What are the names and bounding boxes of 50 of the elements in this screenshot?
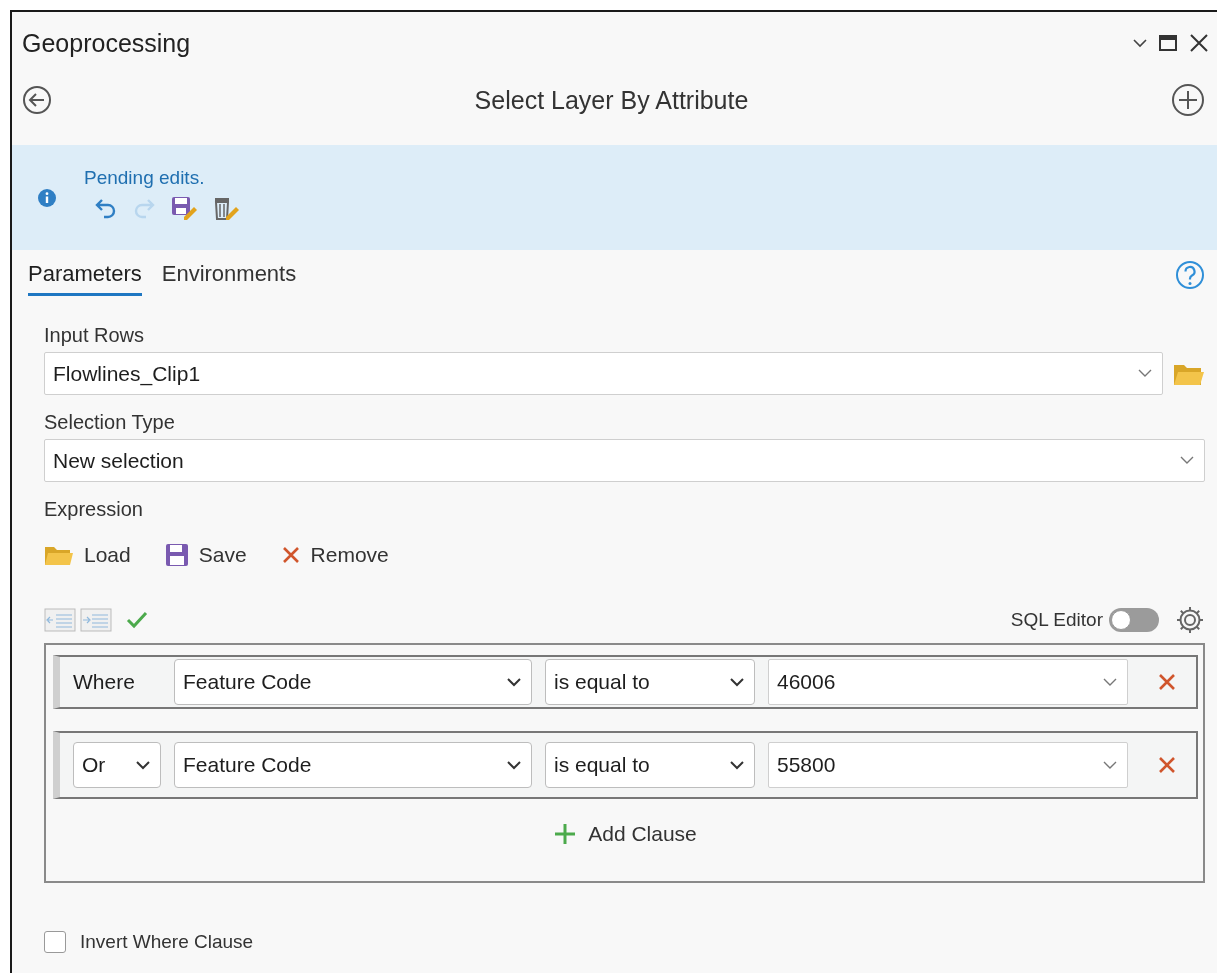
expression-save-button[interactable]: Save (164, 543, 247, 567)
parameter-dropdown[interactable]: New selection (44, 439, 1205, 482)
value-dropdown[interactable]: 46006 (768, 659, 1128, 705)
help-icon[interactable] (1175, 260, 1205, 290)
invert-where-clause-label: Invert Where Clause (80, 931, 254, 953)
operator-dropdown[interactable]: is equal to (545, 659, 755, 705)
invert-where-clause-checkbox[interactable] (44, 931, 66, 953)
pane-title: Geoprocessing (22, 28, 191, 58)
sql-editor-label: SQL Editor (1010, 609, 1103, 631)
undo-icon[interactable] (94, 196, 118, 219)
chevron-down-icon (507, 677, 521, 687)
chevron-down-icon (1138, 369, 1152, 378)
tab[interactable]: Parameters (28, 254, 142, 296)
parameter-dropdown[interactable]: Flowlines_Clip1 (44, 352, 1163, 395)
expression-label: Expression (44, 498, 144, 521)
chevron-down-icon (730, 677, 744, 687)
expression-load-button[interactable]: Load (44, 543, 131, 567)
operator-dropdown[interactable]: is equal to (545, 742, 755, 788)
info-icon (38, 188, 56, 207)
field-dropdown[interactable]: Feature Code (174, 742, 532, 788)
where-label: Where (73, 670, 135, 693)
expression-remove-button[interactable]: Remove (280, 543, 389, 567)
parameter-label: Selection Type (44, 411, 176, 434)
save-edits-icon[interactable] (170, 194, 198, 221)
add-clause-button[interactable]: Add Clause (548, 821, 703, 847)
folder-icon (44, 544, 74, 566)
parameter-label: Input Rows (44, 324, 146, 347)
chevron-down-icon (136, 760, 150, 770)
delete-clause-icon[interactable] (1157, 672, 1177, 692)
delete-clause-icon[interactable] (1157, 755, 1177, 775)
sql-editor-toggle[interactable] (1109, 608, 1159, 632)
remove-x-icon (280, 545, 301, 565)
tab[interactable]: Environments (161, 254, 297, 296)
chevron-down-icon (730, 760, 744, 770)
chevron-down-icon[interactable] (1133, 38, 1147, 48)
plus-icon (554, 823, 577, 845)
maximize-icon[interactable] (1159, 35, 1177, 51)
chevron-down-icon (507, 760, 521, 770)
chevron-down-icon (1103, 760, 1117, 770)
close-icon[interactable] (1189, 33, 1209, 53)
gear-icon[interactable] (1175, 605, 1205, 635)
value-dropdown[interactable]: 55800 (768, 742, 1128, 788)
tool-title: Select Layer By Attribute (474, 85, 749, 115)
checkmark-icon[interactable] (126, 611, 148, 629)
connector-dropdown[interactable]: Or (73, 742, 161, 788)
field-dropdown[interactable]: Feature Code (174, 659, 532, 705)
chevron-down-icon (1103, 677, 1117, 687)
chevron-down-icon (1180, 456, 1194, 465)
add-circle-icon[interactable] (1171, 83, 1205, 117)
pending-edits-message: Pending edits. (84, 166, 206, 189)
